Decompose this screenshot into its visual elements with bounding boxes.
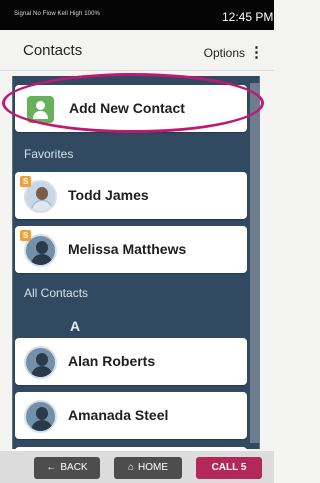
page-title: Contacts bbox=[23, 42, 83, 59]
section-favorites: Favorites bbox=[24, 147, 74, 161]
contact-name: Alan Roberts bbox=[68, 353, 156, 369]
home-icon: ⌂ bbox=[127, 462, 135, 473]
call-icon: 5 bbox=[240, 462, 247, 473]
home-button[interactable]: ⌂ HOME bbox=[114, 457, 182, 479]
options-button[interactable]: Options ⋮ bbox=[204, 43, 264, 61]
call-label: CALL bbox=[211, 462, 239, 473]
contact-name: Melissa Matthews bbox=[68, 241, 187, 257]
home-label: HOME bbox=[138, 462, 169, 473]
clock: 12:45 PM bbox=[222, 10, 274, 24]
status-indicators: Signal No Flow Kell High 100% bbox=[14, 11, 100, 17]
contact-name: Todd James bbox=[68, 187, 149, 203]
favorite-contact[interactable]: S Todd James bbox=[15, 172, 247, 219]
bottom-navigation: ← BACK ⌂ HOME CALL 5 bbox=[0, 451, 274, 483]
contact-name: Amanada Steel bbox=[68, 407, 169, 423]
title-bar: Contacts Options ⋮ bbox=[0, 30, 274, 71]
more-vertical-icon: ⋮ bbox=[249, 44, 264, 61]
status-bar: Signal No Flow Kell High 100% 12:45 PM bbox=[0, 0, 274, 30]
back-label: BACK bbox=[60, 462, 88, 473]
call-button[interactable]: CALL 5 bbox=[196, 457, 262, 479]
scrollbar[interactable] bbox=[250, 83, 260, 443]
favorite-contact[interactable]: S Melissa Matthews bbox=[15, 226, 247, 273]
highlight-annotation bbox=[2, 73, 264, 133]
back-button[interactable]: ← BACK bbox=[34, 457, 100, 479]
favorite-star-icon: S bbox=[20, 176, 31, 187]
contact-row[interactable]: Alan Roberts bbox=[15, 338, 247, 385]
avatar bbox=[24, 346, 57, 379]
section-all-contacts: All Contacts bbox=[24, 286, 89, 300]
avatar bbox=[24, 400, 57, 433]
alphabet-letter-header: A bbox=[70, 318, 81, 334]
contact-row[interactable]: Amanada Steel bbox=[15, 392, 247, 439]
back-arrow-icon: ← bbox=[46, 462, 57, 473]
favorite-star-icon: S bbox=[20, 230, 31, 241]
options-label: Options bbox=[203, 46, 245, 60]
